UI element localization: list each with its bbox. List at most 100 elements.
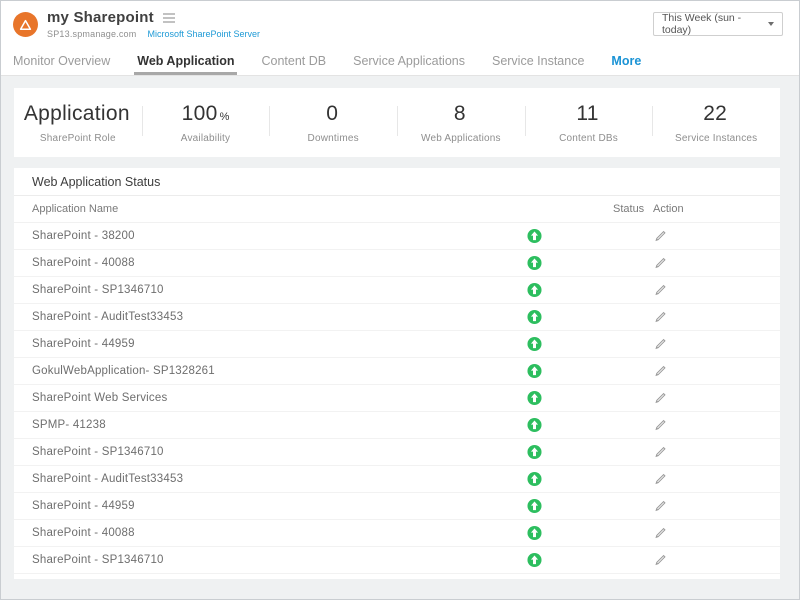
application-name: SPMP- 41238: [32, 419, 106, 431]
summary-stats-card: Application SharePoint Role 100% Availab…: [14, 88, 780, 157]
tab-label: Monitor Overview: [13, 54, 110, 68]
table-row: SharePoint - AuditTest33453: [14, 304, 780, 331]
table-row: SPMP- 41238: [14, 412, 780, 439]
tab-content-db[interactable]: Content DB: [261, 47, 326, 75]
edit-pencil-icon[interactable]: [654, 446, 667, 459]
time-range-dropdown[interactable]: This Week (sun - today): [653, 12, 783, 36]
stat-label: Downtimes: [269, 133, 397, 144]
app-window: my Sharepoint SP13.spmanage.com Microsof…: [0, 0, 800, 600]
status-up-icon: [527, 256, 542, 271]
title-block: my Sharepoint SP13.spmanage.com Microsof…: [47, 9, 260, 39]
warning-triangle-icon: [19, 19, 32, 31]
status-up-icon: [527, 418, 542, 433]
application-name: SharePoint - SP1346710: [32, 284, 164, 296]
table-row: SharePoint Web Services: [14, 385, 780, 412]
application-name: SharePoint - 44959: [32, 500, 135, 512]
edit-pencil-icon[interactable]: [654, 284, 667, 297]
stat-tile: 100% Availability: [142, 102, 270, 144]
stat-tile: 0 Downtimes: [269, 102, 397, 144]
column-header-status: Status: [613, 203, 644, 215]
host-name: SP13.spmanage.com: [47, 29, 136, 39]
edit-pencil-icon[interactable]: [654, 257, 667, 270]
card-title: Web Application Status: [14, 168, 780, 196]
application-name: SharePoint - 44959: [32, 338, 135, 350]
tab-service-instance[interactable]: Service Instance: [492, 47, 584, 75]
server-type-link[interactable]: Microsoft SharePoint Server: [147, 29, 260, 39]
application-name: SharePoint - 38200: [32, 230, 135, 242]
application-name: SharePoint - 40088: [32, 257, 135, 269]
stat-label: Service Instances: [652, 133, 780, 144]
stat-label: Availability: [142, 133, 270, 144]
tabbar: Monitor Overview Web Application Content…: [1, 47, 799, 76]
table-row: SharePoint - SP1346710: [14, 547, 780, 574]
application-name: SharePoint - AuditTest33453: [32, 311, 183, 323]
hamburger-menu-icon[interactable]: [163, 11, 175, 25]
status-up-icon: [527, 310, 542, 325]
stat-suffix: %: [220, 111, 230, 123]
column-header-application-name: Application Name: [32, 203, 118, 215]
stat-value: 22: [703, 102, 727, 125]
table-row: GokulWebApplication- SP1328261: [14, 358, 780, 385]
tab-label: Content DB: [261, 54, 326, 68]
table-row: SharePoint - 40088: [14, 520, 780, 547]
stat-tile: 22 Service Instances: [652, 102, 780, 144]
table-row: SharePoint - 44959: [14, 331, 780, 358]
edit-pencil-icon[interactable]: [654, 527, 667, 540]
table-body: SharePoint - 38200 SharePoint - 40088 Sh…: [14, 223, 780, 574]
monitor-logo: [13, 12, 38, 37]
application-name: SharePoint - SP1346710: [32, 554, 164, 566]
tab-web-application[interactable]: Web Application: [137, 47, 234, 75]
edit-pencil-icon[interactable]: [654, 419, 667, 432]
content-area: Application SharePoint Role 100% Availab…: [1, 76, 799, 599]
status-up-icon: [527, 499, 542, 514]
edit-pencil-icon[interactable]: [654, 311, 667, 324]
table-row: SharePoint - SP1346710: [14, 277, 780, 304]
application-name: SharePoint Web Services: [32, 392, 167, 404]
stat-value: 100: [182, 102, 218, 125]
table-row: SharePoint - AuditTest33453: [14, 466, 780, 493]
stat-label: Web Applications: [397, 133, 525, 144]
status-up-icon: [527, 391, 542, 406]
stat-value: 8: [454, 102, 466, 125]
tab-label: Service Instance: [492, 54, 584, 68]
tab-service-applications[interactable]: Service Applications: [353, 47, 465, 75]
application-name: SharePoint - 40088: [32, 527, 135, 539]
edit-pencil-icon[interactable]: [654, 392, 667, 405]
column-header-action: Action: [653, 203, 684, 215]
status-up-icon: [527, 229, 542, 244]
time-range-value: This Week (sun - today): [662, 12, 768, 36]
tab-label: Service Applications: [353, 54, 465, 68]
stat-tile: 8 Web Applications: [397, 102, 525, 144]
monitor-identity: my Sharepoint SP13.spmanage.com Microsof…: [13, 9, 260, 39]
stat-tile: 11 Content DBs: [525, 102, 653, 144]
stat-value: 11: [576, 102, 598, 125]
edit-pencil-icon[interactable]: [654, 365, 667, 378]
web-application-status-card: Web Application Status Application Name …: [14, 168, 780, 579]
status-up-icon: [527, 364, 542, 379]
table-header-row: Application Name Status Action: [14, 196, 780, 223]
stat-value: Application: [24, 102, 130, 125]
stat-label: SharePoint Role: [14, 133, 142, 144]
status-up-icon: [527, 526, 542, 541]
status-up-icon: [527, 337, 542, 352]
edit-pencil-icon[interactable]: [654, 230, 667, 243]
chevron-down-icon: [768, 22, 774, 26]
status-up-icon: [527, 445, 542, 460]
edit-pencil-icon[interactable]: [654, 500, 667, 513]
edit-pencil-icon[interactable]: [654, 338, 667, 351]
header: my Sharepoint SP13.spmanage.com Microsof…: [1, 1, 799, 47]
stat-label: Content DBs: [525, 133, 653, 144]
status-up-icon: [527, 472, 542, 487]
application-name: SharePoint - SP1346710: [32, 446, 164, 458]
edit-pencil-icon[interactable]: [654, 473, 667, 486]
stat-tile: Application SharePoint Role: [14, 102, 142, 144]
tab-monitor-overview[interactable]: Monitor Overview: [13, 47, 110, 75]
tab-more[interactable]: More: [611, 47, 641, 75]
table-row: SharePoint - 44959: [14, 493, 780, 520]
tab-label: More: [611, 54, 641, 68]
table-row: SharePoint - 38200: [14, 223, 780, 250]
status-up-icon: [527, 283, 542, 298]
edit-pencil-icon[interactable]: [654, 554, 667, 567]
status-up-icon: [527, 553, 542, 568]
tab-label: Web Application: [137, 54, 234, 68]
